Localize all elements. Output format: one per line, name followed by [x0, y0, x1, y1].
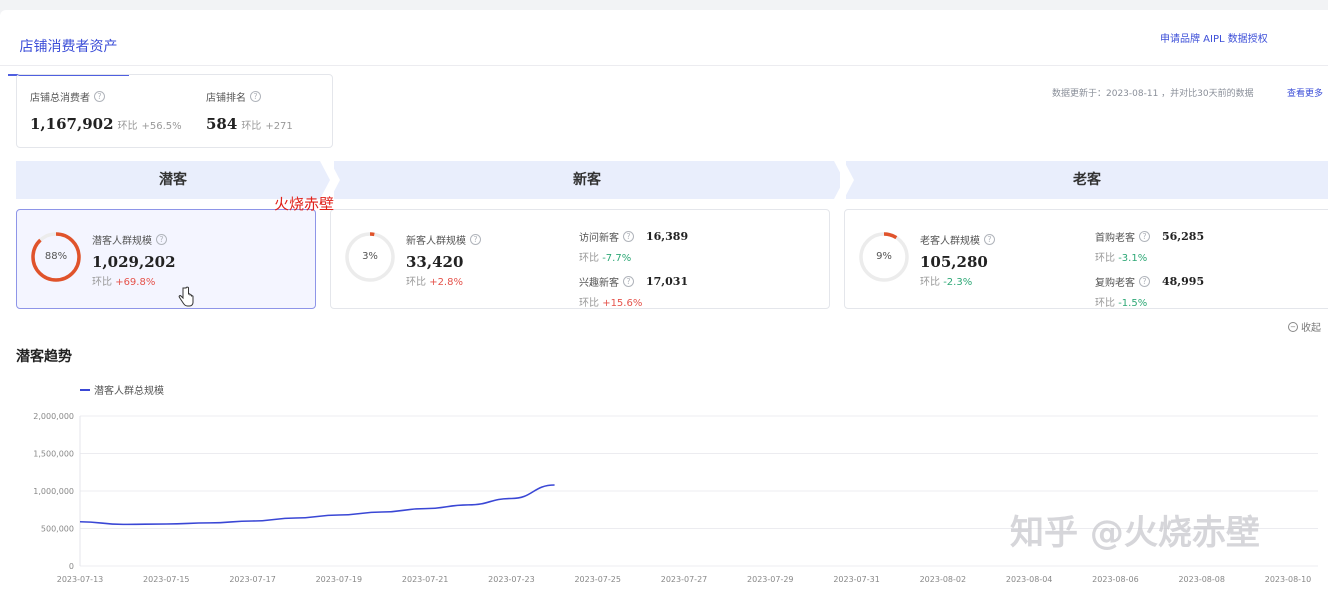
x-tick-label: 2023-07-13 [57, 575, 104, 584]
potential-percent: 88% [44, 251, 68, 262]
new-change: +2.8% [429, 277, 463, 288]
help-icon[interactable]: ? [94, 91, 105, 102]
x-tick-label: 2023-07-17 [229, 575, 276, 584]
new-sub-visit: 访问新客? 16,389 环比 -7.7% [579, 229, 688, 264]
help-icon[interactable]: ? [1139, 276, 1150, 287]
new-main: 新客人群规模? 33,420 环比 +2.8% [406, 232, 481, 288]
collapse-button[interactable]: − 收起 [1288, 319, 1321, 334]
view-more-link[interactable]: 查看更多 [1287, 86, 1323, 99]
help-icon[interactable]: ? [470, 234, 481, 245]
total-consumers-label: 店铺总消费者 [30, 93, 90, 104]
x-tick-label: 2023-07-15 [143, 575, 190, 584]
old-sub-repeat: 复购老客? 48,995 环比 -1.5% [1095, 274, 1204, 309]
new-segment-card[interactable]: 3% 新客人群规模? 33,420 环比 +2.8% 访问新客? 16,389 环… [330, 209, 830, 309]
hand-cursor-icon [178, 286, 194, 307]
x-tick-label: 2023-07-19 [316, 575, 363, 584]
potential-change: +69.8% [115, 277, 156, 288]
store-rank-value: 584 [206, 115, 238, 133]
stage-new[interactable]: 新客 [334, 161, 840, 199]
old-sub-first: 首购老客? 56,285 环比 -3.1% [1095, 229, 1204, 264]
help-icon[interactable]: ? [623, 231, 634, 242]
help-icon[interactable]: ? [984, 234, 995, 245]
help-icon[interactable]: ? [1139, 231, 1150, 242]
stage-old[interactable]: 老客 [846, 161, 1328, 199]
y-tick-label: 500,000 [41, 525, 74, 534]
new-sub-interest-label: 兴趣新客 [579, 278, 619, 289]
new-sub-visit-label: 访问新客 [579, 233, 619, 244]
new-sub-interest: 兴趣新客? 17,031 环比 +15.6% [579, 274, 688, 309]
x-tick-label: 2023-07-27 [661, 575, 708, 584]
cmp-label: 环比 [920, 277, 940, 288]
cmp-label: 环比 [579, 253, 599, 264]
cmp-label: 环比 [92, 277, 112, 288]
tab-store-consumer-assets[interactable]: 店铺消费者资产 [8, 20, 129, 76]
y-tick-label: 2,000,000 [33, 412, 74, 421]
help-icon[interactable]: ? [623, 276, 634, 287]
trend-title: 潜客趋势 [16, 349, 72, 365]
store-rank-metric: 店铺排名? 584 环比 +271 [206, 89, 293, 133]
help-icon[interactable]: ? [250, 91, 261, 102]
potential-value: 1,029,202 [92, 253, 176, 271]
total-consumers-value: 1,167,902 [30, 115, 114, 133]
x-tick-label: 2023-08-08 [1178, 575, 1225, 584]
total-consumers-change: +56.5% [141, 121, 182, 132]
new-sub-interest-value: 17,031 [646, 275, 689, 288]
data-update-note: 数据更新于：2023-08-11 ，并对比30天前的数据 [1052, 89, 1254, 99]
x-tick-label: 2023-07-21 [402, 575, 449, 584]
x-tick-label: 2023-07-29 [747, 575, 794, 584]
x-tick-label: 2023-08-10 [1265, 575, 1312, 584]
store-rank-change: +271 [265, 121, 293, 132]
new-sub-visit-value: 16,389 [646, 230, 689, 243]
potential-label: 潜客人群规模 [92, 236, 152, 247]
new-sub-visit-change: -7.7% [602, 253, 632, 264]
old-sub-first-value: 56,285 [1162, 230, 1205, 243]
trend-line-chart: 2,000,000 1,500,000 1,000,000 500,000 0 2023-… [33, 412, 1318, 584]
author-overlay-text: 火烧赤壁 [274, 195, 335, 213]
cmp-label: 环比 [1095, 253, 1115, 264]
old-change: -2.3% [943, 277, 973, 288]
store-summary-box: 店铺总消费者? 1,167,902 环比 +56.5% 店铺排名? 584 环比… [16, 74, 333, 148]
old-segment-card[interactable]: 9% 老客人群规模? 105,280 环比 -2.3% 首购老客? 56,285 … [844, 209, 1328, 309]
new-percent: 3% [362, 251, 378, 262]
cmp-label: 环比 [579, 298, 599, 309]
cmp-label: 环比 [117, 121, 138, 132]
old-label: 老客人群规模 [920, 236, 980, 247]
store-rank-label: 店铺排名 [206, 93, 246, 104]
total-consumers-metric: 店铺总消费者? 1,167,902 环比 +56.5% [30, 89, 182, 133]
apply-aipl-link[interactable]: 申请品牌 AIPL 数据授权 [1160, 30, 1268, 45]
tab-divider [0, 65, 1328, 66]
potential-main: 潜客人群规模? 1,029,202 环比 +69.8% [92, 232, 176, 288]
chevron-right-icon [834, 161, 854, 199]
old-sub-repeat-change: -1.5% [1118, 298, 1148, 309]
y-tick-label: 1,000,000 [33, 487, 74, 496]
x-tick-label: 2023-07-31 [833, 575, 880, 584]
cmp-label: 环比 [1095, 298, 1115, 309]
x-tick-label: 2023-08-06 [1092, 575, 1139, 584]
new-value: 33,420 [406, 253, 464, 271]
zhihu-watermark: 知乎 @火烧赤壁 [1010, 513, 1260, 553]
collapse-icon: − [1288, 321, 1298, 332]
help-icon[interactable]: ? [156, 234, 167, 245]
x-tick-label: 2023-07-25 [574, 575, 621, 584]
collapse-label: 收起 [1301, 323, 1321, 334]
old-sub-repeat-label: 复购老客 [1095, 278, 1135, 289]
y-tick-label: 1,500,000 [33, 450, 74, 459]
new-sub-interest-change: +15.6% [602, 298, 643, 309]
old-sub-first-label: 首购老客 [1095, 233, 1135, 244]
x-tick-label: 2023-08-04 [1006, 575, 1053, 584]
old-percent: 9% [876, 251, 892, 262]
y-tick-label: 0 [69, 562, 74, 571]
x-tick-label: 2023-07-23 [488, 575, 535, 584]
cmp-label: 环比 [406, 277, 426, 288]
new-label: 新客人群规模 [406, 236, 466, 247]
potential-segment-card[interactable]: 88% 潜客人群规模? 1,029,202 环比 +69.8% [16, 209, 316, 309]
old-main: 老客人群规模? 105,280 环比 -2.3% [920, 232, 995, 288]
old-sub-repeat-value: 48,995 [1162, 275, 1205, 288]
old-sub-first-change: -3.1% [1118, 253, 1148, 264]
old-value: 105,280 [920, 253, 988, 271]
cmp-label: 环比 [241, 121, 262, 132]
x-tick-label: 2023-08-02 [920, 575, 967, 584]
